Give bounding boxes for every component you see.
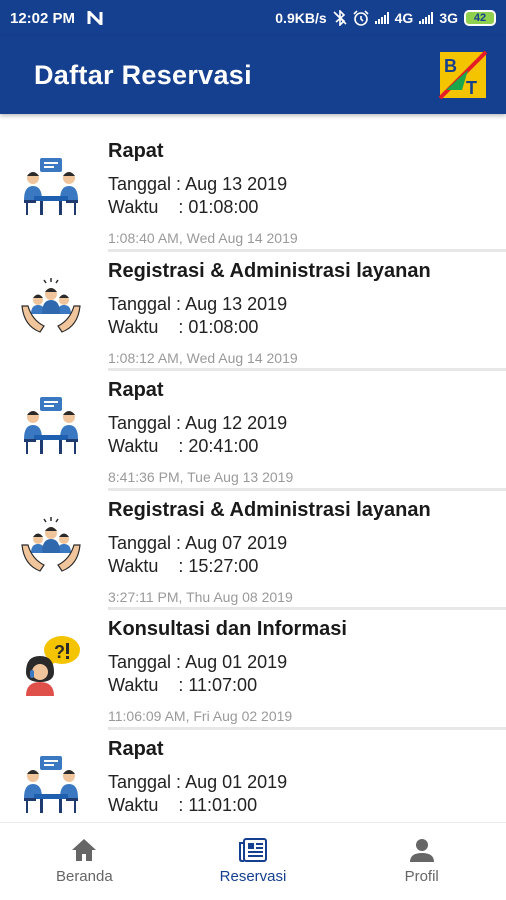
reservation-title: Registrasi & Administrasi layanan	[108, 498, 431, 521]
registration-icon	[21, 516, 81, 572]
reservation-item[interactable]: ? Konsultasi dan Informasi Tanggal : Aug…	[0, 608, 506, 730]
registration-icon	[21, 277, 81, 333]
brand-logo: B T	[438, 50, 488, 100]
reservation-title: Rapat	[108, 737, 164, 760]
meeting-icon	[24, 158, 78, 215]
reservation-time: Waktu : 01:08:00	[108, 197, 259, 217]
reservation-item[interactable]: Rapat Tanggal : Aug 13 2019 Waktu : 01:0…	[0, 130, 506, 252]
network-speed: 0.9KB/s	[275, 10, 327, 26]
bluetooth-off-icon	[333, 10, 347, 26]
nav-label-beranda: Beranda	[55, 868, 113, 885]
nav-beranda[interactable]: Beranda	[0, 823, 169, 900]
reservation-created: 8:41:36 PM, Tue Aug 13 2019	[108, 469, 294, 486]
reservation-list[interactable]: Rapat Tanggal : Aug 13 2019 Waktu : 01:0…	[0, 130, 506, 820]
reservation-icon	[239, 838, 267, 862]
meeting-icon	[24, 755, 78, 813]
reservation-title: Registrasi & Administrasi layanan	[108, 259, 431, 282]
nav-reservasi[interactable]: Reservasi	[169, 823, 338, 900]
reservation-title: Konsultasi dan Informasi	[108, 618, 347, 641]
reservation-date: Tanggal : Aug 01 2019	[108, 771, 288, 792]
nav-label-reservasi: Reservasi	[219, 868, 287, 885]
nav-profil[interactable]: Profil	[337, 823, 506, 900]
reservation-created: 1:08:12 AM, Wed Aug 14 2019	[108, 349, 298, 366]
reservation-time: Waktu : 15:27:00	[108, 555, 259, 576]
network-type-1: 4G	[394, 10, 414, 26]
reservation-time: Waktu : 01:08:00	[108, 316, 259, 337]
consultation-icon: ?	[26, 636, 80, 697]
svg-text:B: B	[444, 56, 457, 76]
reservation-item[interactable]: Registrasi & Administrasi layanan Tangga…	[0, 489, 506, 611]
signal-icon	[374, 12, 389, 24]
reservation-time: Waktu : 20:41:00	[108, 436, 259, 457]
reservation-title: Rapat	[108, 140, 164, 162]
alarm-icon	[353, 10, 369, 26]
reservation-date: Tanggal : Aug 12 2019	[108, 413, 288, 434]
reservation-created: 3:27:11 PM, Thu Aug 08 2019	[108, 588, 293, 605]
status-bar: 12:02 PM 0.9KB/s 4G 3G 42	[0, 0, 506, 36]
meeting-icon	[24, 397, 78, 455]
reservation-date: Tanggal : Aug 01 2019	[108, 652, 288, 673]
reservation-item[interactable]: Rapat Tanggal : Aug 12 2019 Waktu : 20:4…	[0, 369, 506, 491]
svg-text:?: ?	[54, 642, 65, 662]
reservation-date: Tanggal : Aug 07 2019	[108, 532, 288, 553]
reservation-created: 1:08:40 AM, Wed Aug 14 2019	[108, 230, 298, 246]
signal-icon	[419, 12, 434, 24]
reservation-created: 11:06:09 AM, Fri Aug 02 2019	[108, 708, 293, 725]
battery-icon: 42	[464, 10, 496, 26]
notification-icon	[87, 11, 103, 25]
reservation-time: Waktu : 11:07:00	[108, 675, 258, 696]
reservation-time: Waktu : 11:01:00	[108, 794, 258, 815]
nav-label-profil: Profil	[404, 868, 439, 885]
app-bar: Daftar Reservasi B T	[0, 36, 506, 114]
bottom-navigation: Beranda Reservasi Profil	[0, 822, 506, 900]
reservation-item[interactable]: Registrasi & Administrasi layanan Tangga…	[0, 250, 506, 372]
network-type-2: 3G	[439, 10, 458, 26]
reservation-date: Tanggal : Aug 13 2019	[108, 293, 288, 314]
reservation-item[interactable]: Rapat Tanggal : Aug 01 2019 Waktu : 11:0…	[0, 728, 506, 820]
status-time: 12:02 PM	[10, 9, 76, 27]
svg-text:T: T	[466, 78, 477, 98]
profile-icon	[409, 839, 434, 862]
reservation-title: Rapat	[108, 379, 164, 402]
home-icon	[72, 839, 97, 861]
page-title: Daftar Reservasi	[34, 59, 252, 90]
reservation-date: Tanggal : Aug 13 2019	[108, 174, 288, 194]
